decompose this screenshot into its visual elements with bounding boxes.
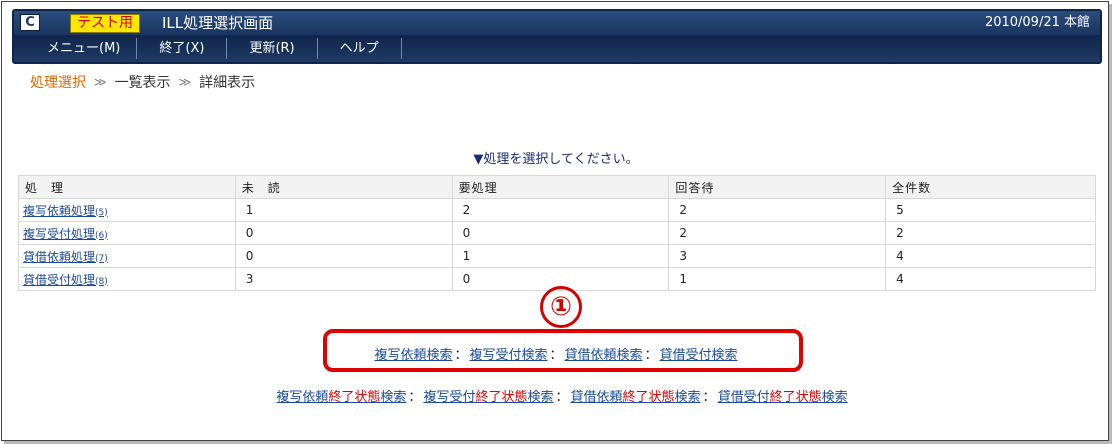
total-cell: 5 bbox=[885, 198, 1096, 222]
test-badge: テスト用 bbox=[70, 14, 140, 33]
menu-bar: メニュー(M) 終了(X) 更新(R) ヘルプ bbox=[14, 35, 1100, 62]
table-row: 複写受付処理(6) 0 0 2 2 bbox=[18, 221, 1096, 245]
unread-cell: 3 bbox=[234, 267, 453, 291]
window-title: ILL処理選択画面 bbox=[162, 14, 274, 32]
closed-search-link-copy-request[interactable]: 複写依頼終了状態検索 bbox=[276, 390, 406, 405]
callout-number: ① bbox=[540, 286, 582, 328]
link-separator: ： bbox=[454, 348, 468, 363]
process-link-copy-request[interactable]: 複写依頼処理(5) bbox=[23, 204, 108, 218]
breadcrumb-separator: ≫ bbox=[178, 75, 192, 89]
link-separator: ： bbox=[644, 348, 658, 363]
search-link-copy-request[interactable]: 複写依頼検索 bbox=[374, 348, 452, 363]
link-separator: ： bbox=[408, 390, 422, 405]
waiting-cell: 1 bbox=[668, 267, 887, 291]
breadcrumb-item-detail: 詳細表示 bbox=[199, 75, 256, 91]
date-library: 2010/09/21 本館 bbox=[984, 15, 1090, 30]
process-cell: 貸借依頼処理(7) bbox=[18, 244, 236, 268]
link-separator: ： bbox=[549, 348, 563, 363]
waiting-cell: 2 bbox=[668, 221, 887, 245]
process-cell: 複写受付処理(6) bbox=[18, 221, 236, 245]
process-cell: 複写依頼処理(5) bbox=[18, 198, 236, 222]
link-separator: ： bbox=[702, 390, 716, 405]
app-logo-icon: C bbox=[20, 14, 40, 31]
closed-search-link-loan-receive[interactable]: 貸借受付終了状態検索 bbox=[718, 390, 848, 405]
unread-cell: 0 bbox=[234, 221, 453, 245]
closed-search-link-loan-request[interactable]: 貸借依頼終了状態検索 bbox=[571, 390, 701, 405]
menu-item-refresh[interactable]: 更新(R) bbox=[227, 38, 318, 59]
process-table: 処 理 未 読 要処理 回答待 全件数 複写依頼処理(5) 1 2 2 5 複写… bbox=[18, 175, 1096, 291]
menu-item-help[interactable]: ヘルプ bbox=[318, 38, 402, 59]
breadcrumb-item-list: 一覧表示 bbox=[114, 75, 171, 91]
breadcrumb-current: 処理選択 bbox=[30, 75, 86, 91]
closed-search-link-copy-receive[interactable]: 複写受付終了状態検索 bbox=[423, 390, 553, 405]
process-link-copy-receive[interactable]: 複写受付処理(6) bbox=[23, 227, 108, 241]
col-header-process: 処 理 bbox=[18, 175, 236, 199]
total-cell: 4 bbox=[885, 267, 1096, 291]
waiting-cell: 3 bbox=[668, 244, 887, 268]
todo-cell: 0 bbox=[451, 221, 670, 245]
instruction-text: ▼処理を選択してください。 bbox=[473, 152, 639, 167]
search-link-loan-request[interactable]: 貸借依頼検索 bbox=[565, 348, 643, 363]
unread-cell: 0 bbox=[234, 244, 453, 268]
col-header-unread: 未 読 bbox=[234, 175, 453, 199]
search-link-copy-receive[interactable]: 複写受付検索 bbox=[469, 348, 547, 363]
todo-cell: 1 bbox=[451, 244, 670, 268]
menu-item-exit[interactable]: 終了(X) bbox=[137, 38, 228, 59]
process-link-loan-request[interactable]: 貸借依頼処理(7) bbox=[23, 250, 108, 264]
waiting-cell: 2 bbox=[668, 198, 887, 222]
total-cell: 2 bbox=[885, 221, 1096, 245]
breadcrumb: 処理選択 ≫ 一覧表示 ≫ 詳細表示 bbox=[30, 72, 255, 92]
col-header-waiting: 回答待 bbox=[668, 175, 887, 199]
title-bar: C テスト用 ILL処理選択画面 2010/09/21 本館 bbox=[14, 11, 1100, 35]
app-header: C テスト用 ILL処理選択画面 2010/09/21 本館 メニュー(M) 終… bbox=[12, 9, 1102, 64]
unread-cell: 1 bbox=[234, 198, 453, 222]
col-header-todo: 要処理 bbox=[451, 175, 670, 199]
table-row: 貸借依頼処理(7) 0 1 3 4 bbox=[18, 244, 1096, 268]
breadcrumb-separator: ≫ bbox=[94, 75, 107, 89]
process-cell: 貸借受付処理(8) bbox=[18, 267, 236, 291]
search-link-loan-receive[interactable]: 貸借受付検索 bbox=[660, 348, 738, 363]
menu-item-menu[interactable]: メニュー(M) bbox=[14, 38, 138, 59]
table-row: 複写依頼処理(5) 1 2 2 5 bbox=[18, 198, 1096, 222]
total-cell: 4 bbox=[885, 244, 1096, 268]
table-header-row: 処 理 未 読 要処理 回答待 全件数 bbox=[18, 175, 1096, 199]
closed-search-links: 複写依頼終了状態検索：複写受付終了状態検索：貸借依頼終了状態検索：貸借受付終了状… bbox=[2, 386, 1112, 405]
todo-cell: 2 bbox=[451, 198, 670, 222]
link-separator: ： bbox=[555, 390, 569, 405]
process-link-loan-receive[interactable]: 貸借受付処理(8) bbox=[23, 273, 108, 287]
page-frame: C テスト用 ILL処理選択画面 2010/09/21 本館 メニュー(M) 終… bbox=[1, 1, 1109, 441]
search-links: 複写依頼検索：複写受付検索：貸借依頼検索：貸借受付検索 bbox=[2, 344, 1110, 363]
col-header-total: 全件数 bbox=[885, 175, 1096, 199]
